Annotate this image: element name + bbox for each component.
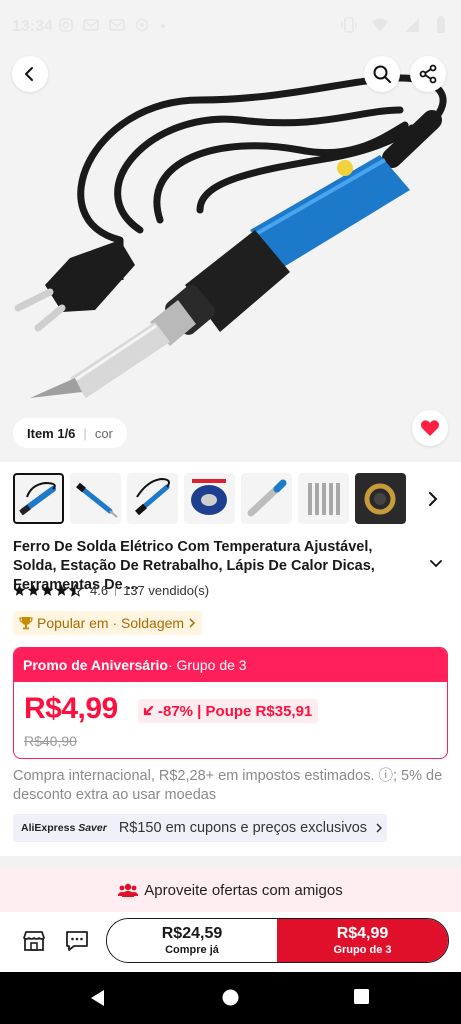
chat-button[interactable] bbox=[64, 928, 90, 954]
item-counter: Item 1/6 bbox=[27, 425, 76, 441]
chevron-right-icon bbox=[189, 618, 196, 628]
discount-text: -87% | Poupe R$35,91 bbox=[158, 702, 313, 720]
chat-icon bbox=[66, 931, 88, 951]
group-buy-label: Grupo de 3 bbox=[333, 943, 392, 956]
rating-row[interactable]: 4.6 137 vendido(s) bbox=[13, 583, 209, 598]
thumbnail-7[interactable] bbox=[355, 473, 406, 524]
popular-label: Popular em · Soldagem bbox=[37, 615, 185, 631]
status-time: 13:34 bbox=[12, 18, 53, 35]
trophy-icon bbox=[19, 617, 33, 630]
counter-separator: | bbox=[83, 425, 87, 441]
star-icon bbox=[13, 584, 26, 596]
thumbnail-image bbox=[308, 483, 340, 515]
system-nav-bar bbox=[0, 972, 461, 1024]
thumbnail-strip bbox=[13, 473, 453, 525]
share-icon bbox=[419, 64, 437, 84]
original-price: R$40,90 bbox=[24, 733, 77, 749]
system-icons bbox=[341, 16, 447, 34]
star-icon bbox=[27, 584, 40, 596]
rating-value: 4.6 bbox=[90, 583, 109, 598]
saver-brand-a: AliExpress bbox=[21, 822, 76, 834]
store-button[interactable] bbox=[21, 928, 47, 954]
buy-now-button[interactable]: R$24,59 Compre já bbox=[107, 919, 277, 962]
search-icon bbox=[373, 65, 391, 83]
signal-icon bbox=[405, 18, 419, 32]
popular-badge[interactable]: Popular em · Soldagem bbox=[13, 611, 203, 635]
rating-separator bbox=[115, 585, 117, 596]
back-icon bbox=[25, 67, 33, 81]
promo-price: R$4,99 bbox=[24, 692, 118, 725]
thumbnail-image bbox=[76, 482, 118, 518]
thumbnails-next-button[interactable] bbox=[424, 487, 442, 511]
notification-icons bbox=[58, 17, 168, 33]
tax-note: Compra internacional, R$2,28+ em imposto… bbox=[13, 768, 443, 803]
heart-icon bbox=[420, 420, 440, 436]
nav-back-icon[interactable] bbox=[88, 988, 106, 1008]
sold-count: 137 vendido(s) bbox=[123, 583, 210, 598]
star-icon bbox=[55, 584, 68, 596]
thumbnail-image bbox=[364, 483, 396, 515]
threads-icon bbox=[135, 18, 149, 32]
mail-icon bbox=[83, 19, 99, 31]
wifi-icon bbox=[372, 18, 388, 32]
mail-icon bbox=[109, 19, 125, 31]
buy-now-price: R$24,59 bbox=[161, 924, 223, 942]
chevron-right-icon bbox=[429, 492, 438, 506]
buy-now-label: Compre já bbox=[165, 943, 219, 956]
image-counter: Item 1/6 | cor bbox=[13, 418, 127, 448]
back-button[interactable] bbox=[12, 56, 48, 92]
star-rating bbox=[13, 584, 82, 597]
search-button[interactable] bbox=[364, 56, 400, 92]
arrow-down-icon bbox=[143, 705, 154, 716]
nav-recents-icon[interactable] bbox=[353, 988, 370, 1005]
group-buy-button[interactable]: R$4,99 Grupo de 3 bbox=[277, 919, 448, 962]
thumbnail-4[interactable] bbox=[184, 473, 235, 524]
thumbnail-1[interactable] bbox=[13, 473, 64, 524]
saver-text: R$150 em cupons e preços exclusivos bbox=[118, 820, 368, 836]
thumbnail-image bbox=[19, 481, 56, 516]
item-variant: cor bbox=[94, 425, 113, 441]
thumbnail-image bbox=[247, 479, 287, 517]
thumbnail-6[interactable] bbox=[298, 473, 349, 524]
chevron-right-icon bbox=[376, 823, 383, 833]
title-expand-button[interactable] bbox=[430, 556, 442, 574]
group-icon bbox=[118, 883, 139, 897]
dot-icon bbox=[161, 24, 165, 28]
saver-banner[interactable]: AliExpress Saver R$150 em cupons e preço… bbox=[13, 814, 387, 842]
thumbnail-image bbox=[135, 477, 170, 516]
battery-icon bbox=[437, 16, 445, 33]
product-gallery[interactable]: 13:34 Item 1/6 | cor bbox=[0, 0, 461, 462]
saver-logo: AliExpress Saver bbox=[21, 822, 107, 834]
promo-group: · Grupo de 3 bbox=[167, 657, 247, 673]
star-icon bbox=[41, 584, 54, 596]
share-button[interactable] bbox=[410, 56, 446, 92]
saver-brand-b: Saver bbox=[78, 822, 107, 834]
store-icon bbox=[23, 931, 45, 951]
chevron-down-icon bbox=[430, 560, 442, 568]
discount-badge: -87% | Poupe R$35,91 bbox=[138, 699, 319, 723]
section-divider bbox=[0, 856, 461, 868]
promo-header: Promo de Aniversário · Grupo de 3 bbox=[14, 648, 447, 682]
promo-card[interactable]: Promo de Aniversário · Grupo de 3 R$4,99… bbox=[13, 647, 448, 759]
share-with-friends-banner[interactable]: Aproveite ofertas com amigos bbox=[0, 868, 461, 912]
thumbnail-5[interactable] bbox=[241, 473, 292, 524]
product-image bbox=[14, 74, 447, 398]
nav-home-icon[interactable] bbox=[221, 988, 240, 1007]
share-band-text: Aproveite ofertas com amigos bbox=[144, 881, 343, 899]
thumbnail-image bbox=[191, 479, 227, 515]
thumbnail-3[interactable] bbox=[127, 473, 178, 524]
half-star-icon bbox=[69, 584, 82, 597]
wishlist-button[interactable] bbox=[412, 410, 448, 446]
promo-label: Promo de Aniversário bbox=[23, 657, 168, 673]
purchase-buttons: R$24,59 Compre já R$4,99 Grupo de 3 bbox=[106, 918, 449, 963]
group-buy-price: R$4,99 bbox=[336, 924, 389, 942]
vibrate-icon bbox=[341, 17, 357, 33]
instagram-icon bbox=[59, 18, 73, 32]
thumbnail-2[interactable] bbox=[70, 473, 121, 524]
